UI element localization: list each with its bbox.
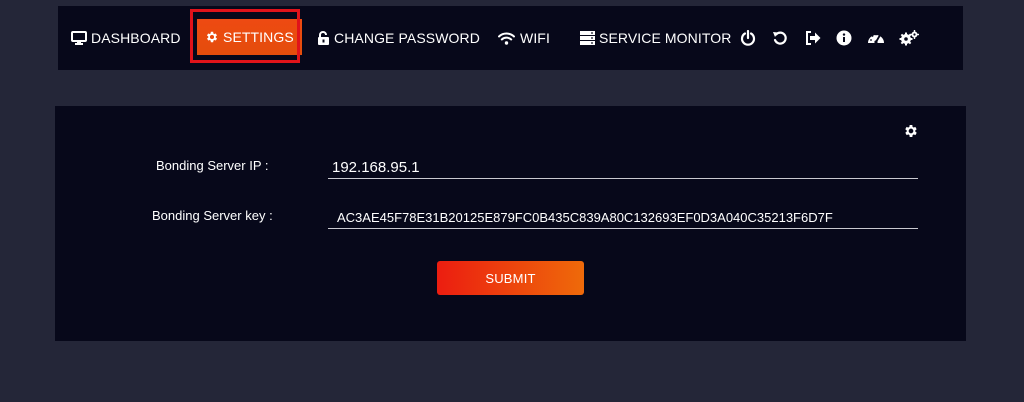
settings-panel: Bonding Server IP : Bonding Server key :… [55, 106, 966, 341]
logout-icon[interactable] [803, 28, 823, 48]
server-icon [580, 31, 595, 45]
info-icon[interactable] [834, 28, 854, 48]
speedometer-icon[interactable] [866, 28, 886, 48]
cogs-icon[interactable] [899, 28, 919, 48]
nav-dashboard-label: DASHBOARD [91, 30, 181, 46]
wifi-icon [498, 32, 515, 45]
server-ip-label: Bonding Server IP : [156, 158, 269, 173]
restart-icon[interactable] [770, 28, 790, 48]
nav-change-password[interactable]: CHANGE PASSWORD [317, 6, 480, 70]
nav-wifi[interactable]: WIFI [498, 6, 550, 70]
gear-icon [205, 30, 219, 44]
power-icon[interactable] [738, 28, 758, 48]
server-ip-input[interactable] [328, 156, 918, 179]
gear-icon[interactable] [903, 123, 919, 139]
monitor-icon [71, 31, 87, 45]
nav-settings-label: SETTINGS [223, 29, 294, 45]
nav-service-monitor[interactable]: SERVICE MONITOR [580, 6, 731, 70]
submit-button[interactable]: SUBMIT [437, 261, 584, 295]
nav-wifi-label: WIFI [520, 30, 550, 46]
server-key-input[interactable] [328, 206, 918, 229]
unlock-icon [317, 31, 330, 45]
nav-change-password-label: CHANGE PASSWORD [334, 30, 480, 46]
top-navbar: DASHBOARD SETTINGS CHANGE PASSWORD WIFI … [58, 6, 963, 70]
nav-service-monitor-label: SERVICE MONITOR [599, 30, 732, 46]
nav-settings[interactable]: SETTINGS [197, 19, 302, 55]
nav-dashboard[interactable]: DASHBOARD [71, 6, 181, 70]
server-key-label: Bonding Server key : [152, 208, 273, 223]
